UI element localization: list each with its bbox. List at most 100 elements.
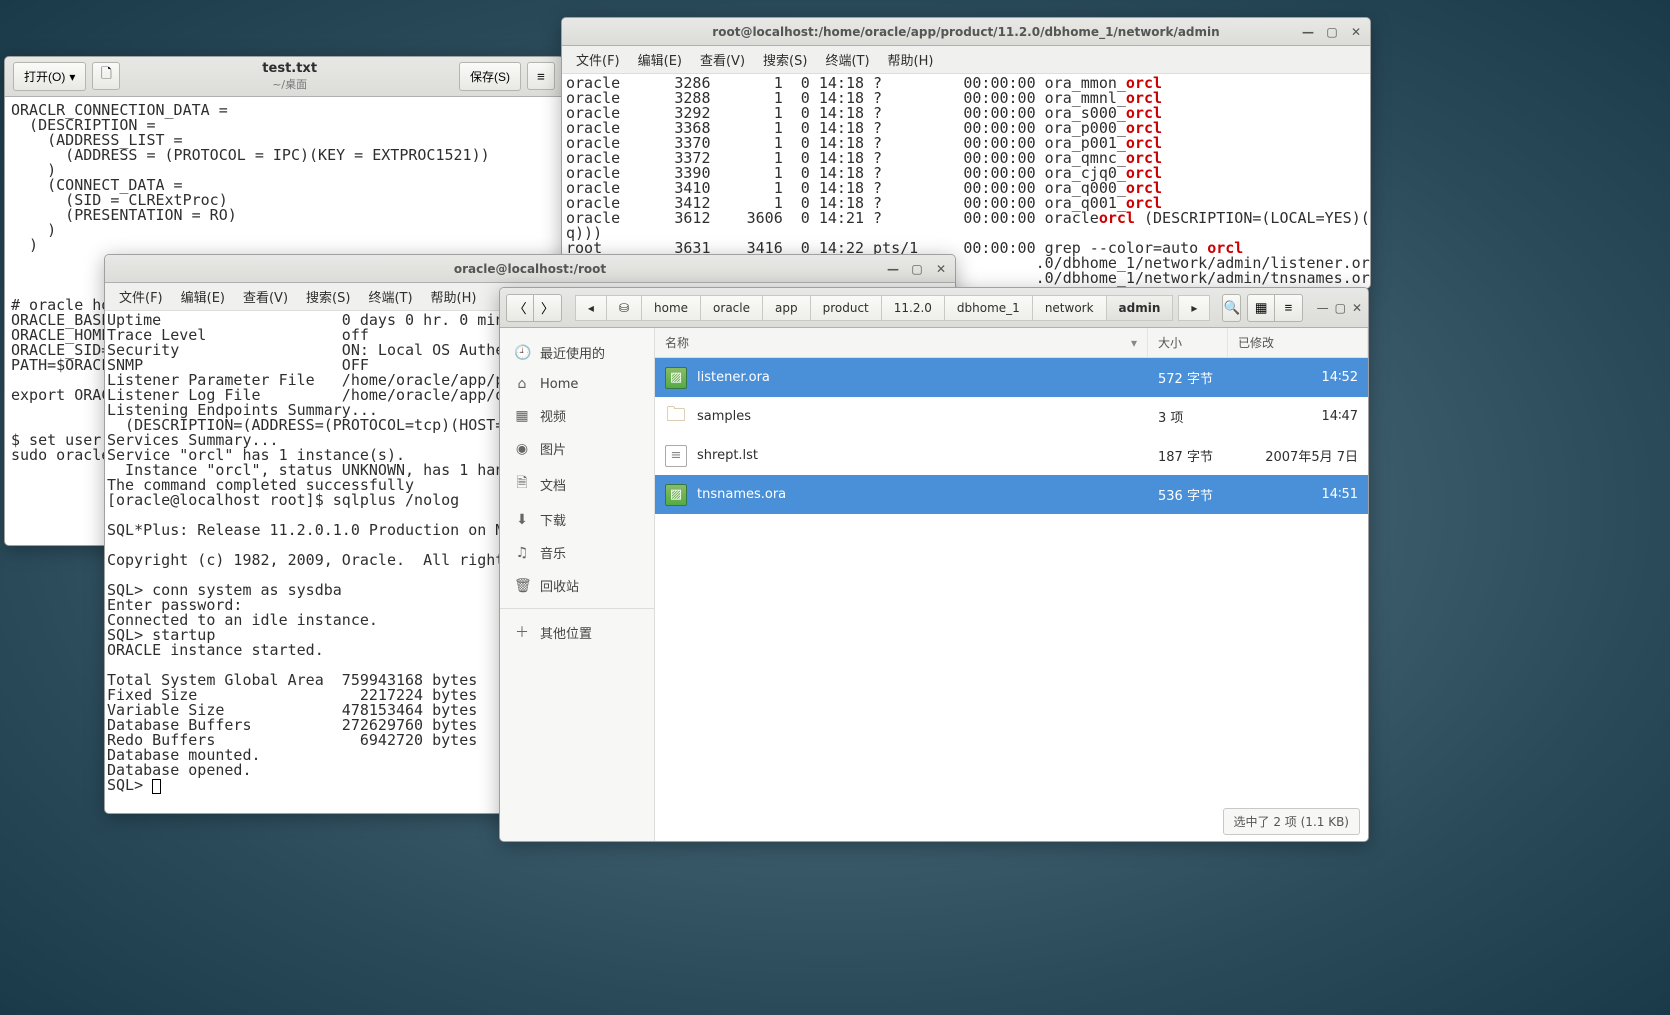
- gedit-subtitle: ~/桌面: [262, 76, 317, 92]
- sidebar-label: 图片: [540, 439, 566, 458]
- sidebar-item[interactable]: ⌂Home: [500, 369, 654, 399]
- file-modified: 14∶47: [1228, 409, 1368, 424]
- menu-item[interactable]: 编辑(E): [173, 284, 233, 309]
- col-size[interactable]: 大小: [1148, 328, 1228, 357]
- sidebar-label: Home: [540, 377, 578, 392]
- sidebar-icon: 🗑: [514, 578, 530, 594]
- sidebar-item[interactable]: 🗎文档: [500, 465, 654, 503]
- gedit-title: test.txt ~/桌面: [262, 61, 317, 92]
- term-top-menubar: 文件(F)编辑(E)查看(V)搜索(S)终端(T)帮助(H): [562, 46, 1370, 74]
- file-name: shrept.lst: [697, 448, 758, 463]
- file-row[interactable]: ▨tnsnames.ora536 字节14∶51: [655, 475, 1368, 514]
- path-disk-icon[interactable]: ⛁: [607, 295, 642, 321]
- hamburger-button[interactable]: ≡: [527, 62, 555, 90]
- status-bar: 选中了 2 项 (1.1 KB): [1223, 808, 1360, 835]
- nautilus-sidebar: 🕘最近使用的⌂Home▦视频◉图片🗎文档⬇下载 ♫ 音乐 🗑 回收站 ＋ 其他位置: [500, 328, 655, 841]
- list-view-button[interactable]: ≡: [1275, 294, 1303, 322]
- path-segment-admin[interactable]: admin: [1107, 295, 1174, 321]
- menu-item[interactable]: 帮助(H): [880, 47, 942, 72]
- sidebar-item[interactable]: 🕘最近使用的: [500, 336, 654, 369]
- text-file-icon: ≡: [665, 445, 687, 467]
- file-row[interactable]: 🗀samples3 项14∶47: [655, 397, 1368, 436]
- path-segment-network[interactable]: network: [1033, 295, 1107, 321]
- save-button[interactable]: 保存(S): [459, 62, 521, 91]
- file-name: samples: [697, 409, 751, 424]
- sidebar-label: 下载: [540, 510, 566, 529]
- term-top-title: root@localhost:/home/oracle/app/product/…: [712, 25, 1219, 39]
- sidebar-item[interactable]: ⬇下载: [500, 503, 654, 536]
- sidebar-item[interactable]: ＋ 其他位置: [500, 615, 654, 649]
- nautilus-main: 名称▾ 大小 已修改 ▨listener.ora572 字节14∶52 🗀 samp…: [655, 328, 1368, 841]
- sidebar-item[interactable]: ▦视频: [500, 399, 654, 432]
- folder-icon: 🗀: [665, 406, 687, 428]
- gedit-titlebar: 打开(O) ▾ 🗋 test.txt ~/桌面 保存(S) ≡: [5, 57, 563, 97]
- term-sql-titlebar: oracle@localhost:/root — ▢ ✕: [105, 255, 955, 283]
- maximize-button[interactable]: ▢: [1335, 298, 1346, 318]
- close-button[interactable]: ✕: [1346, 22, 1366, 42]
- menu-item[interactable]: 文件(F): [568, 47, 628, 72]
- sidebar-item[interactable]: 🗑 回收站: [500, 569, 654, 602]
- maximize-button[interactable]: ▢: [1322, 22, 1342, 42]
- open-label: 打开(O): [24, 68, 65, 85]
- path-segment-oracle[interactable]: oracle: [701, 295, 763, 321]
- path-segment-home[interactable]: home: [642, 295, 701, 321]
- nautilus-toolbar: 〈 〉 ◂ ⛁ homeoracleappproduct11.2.0dbhome…: [500, 288, 1368, 328]
- path-bar: ◂ ⛁ homeoracleappproduct11.2.0dbhome_1ne…: [575, 295, 1173, 321]
- chevron-right-icon: 〉: [541, 298, 554, 317]
- file-size: 536 字节: [1148, 485, 1228, 504]
- close-button[interactable]: ✕: [931, 259, 951, 279]
- sidebar-item[interactable]: ♫ 音乐: [500, 536, 654, 569]
- menu-item[interactable]: 终端(T): [360, 284, 420, 309]
- term-top-titlebar: root@localhost:/home/oracle/app/product/…: [562, 18, 1370, 46]
- sidebar-label: 回收站: [540, 576, 579, 595]
- minimize-button[interactable]: —: [1317, 298, 1329, 318]
- gedit-title-text: test.txt: [262, 61, 317, 76]
- path-segment-dbhome_1[interactable]: dbhome_1: [945, 295, 1033, 321]
- sidebar-label: 文档: [540, 475, 566, 494]
- menu-item[interactable]: 查看(V): [692, 47, 753, 72]
- menu-item[interactable]: 查看(V): [235, 284, 296, 309]
- file-row[interactable]: ▨listener.ora572 字节14∶52: [655, 358, 1368, 397]
- search-icon: 🔍: [1223, 300, 1240, 316]
- menu-item[interactable]: 文件(F): [111, 284, 171, 309]
- file-row[interactable]: ≡shrept.lst187 字节2007年5月 7日: [655, 436, 1368, 475]
- column-headers: 名称▾ 大小 已修改: [655, 328, 1368, 358]
- path-segment-product[interactable]: product: [811, 295, 882, 321]
- menu-item[interactable]: 帮助(H): [423, 284, 485, 309]
- open-button[interactable]: 打开(O) ▾: [13, 62, 86, 91]
- path-overflow-left[interactable]: ◂: [575, 295, 607, 321]
- sidebar-label: 音乐: [540, 543, 566, 562]
- term-sql-title: oracle@localhost:/root: [454, 262, 606, 276]
- minimize-button[interactable]: —: [1298, 22, 1318, 42]
- file-size: 187 字节: [1148, 446, 1228, 465]
- path-overflow-right[interactable]: ▸: [1178, 295, 1210, 321]
- path-segment-app[interactable]: app: [763, 295, 811, 321]
- path-segment-11.2.0[interactable]: 11.2.0: [882, 295, 945, 321]
- forward-button[interactable]: 〉: [534, 294, 562, 322]
- sidebar-label: 视频: [540, 406, 566, 425]
- minimize-button[interactable]: —: [883, 259, 903, 279]
- menu-item[interactable]: 终端(T): [817, 47, 877, 72]
- grid-view-button[interactable]: ▦: [1247, 294, 1275, 322]
- sort-desc-icon: ▾: [1131, 336, 1137, 350]
- sidebar-label: 其他位置: [540, 623, 592, 642]
- sidebar-item[interactable]: ◉图片: [500, 432, 654, 465]
- close-button[interactable]: ✕: [1352, 298, 1362, 318]
- image-file-icon: ▨: [665, 367, 687, 389]
- new-tab-button[interactable]: 🗋: [92, 62, 120, 90]
- search-button[interactable]: 🔍: [1222, 294, 1241, 322]
- image-file-icon: ▨: [665, 484, 687, 506]
- col-modified[interactable]: 已修改: [1228, 328, 1368, 357]
- sidebar-icon: ♫: [514, 545, 530, 561]
- menu-item[interactable]: 搜索(S): [755, 47, 815, 72]
- sidebar-label: 最近使用的: [540, 343, 605, 362]
- col-name[interactable]: 名称▾: [655, 328, 1148, 357]
- sidebar-icon: ＋: [514, 622, 530, 642]
- maximize-button[interactable]: ▢: [907, 259, 927, 279]
- back-button[interactable]: 〈: [506, 294, 534, 322]
- menu-item[interactable]: 搜索(S): [298, 284, 358, 309]
- menu-item[interactable]: 编辑(E): [630, 47, 690, 72]
- new-doc-icon: 🗋: [101, 65, 112, 87]
- list-icon: ≡: [1285, 300, 1293, 315]
- file-list[interactable]: ▨listener.ora572 字节14∶52🗀samples3 项14∶47…: [655, 358, 1368, 841]
